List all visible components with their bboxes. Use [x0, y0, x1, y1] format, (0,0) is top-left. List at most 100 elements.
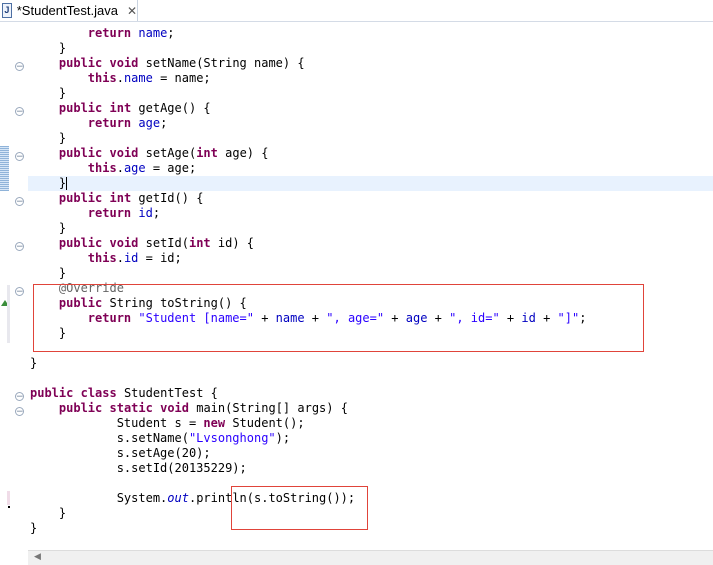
fold-collapse-icon[interactable]: − [15, 152, 24, 162]
code-token: ; [167, 26, 175, 40]
code-token: return [87, 26, 132, 40]
code-token: int [109, 101, 132, 115]
change-marker [0, 146, 9, 191]
code-line: Student s = new Student(); [30, 416, 305, 431]
code-token: } [30, 521, 38, 535]
code-line: } [30, 131, 66, 146]
code-line: public void setAge(int age) { [30, 146, 269, 161]
code-line: } [30, 521, 37, 536]
code-token: "Lvsonghong" [188, 431, 276, 445]
code-token: setAge( [138, 146, 197, 160]
println-highlight-box [231, 486, 368, 530]
code-token: int [188, 236, 211, 250]
code-token: Student s = [116, 416, 204, 430]
code-token: = name; [152, 71, 211, 85]
code-line: public class StudentTest { [30, 386, 218, 401]
code-token: void [109, 56, 139, 70]
code-line: s.setId(20135229); [30, 461, 247, 476]
code-token: getAge() { [131, 101, 211, 115]
code-line: } [30, 176, 68, 191]
scroll-left-icon[interactable]: ◀ [34, 552, 41, 562]
code-token: int [196, 146, 218, 160]
code-token: name [138, 26, 168, 40]
fold-collapse-icon[interactable]: − [15, 392, 24, 402]
code-token: s.setAge(20); [116, 446, 211, 460]
tostring-highlight-box [33, 284, 644, 352]
code-token: } [58, 86, 67, 100]
horizontal-scrollbar[interactable]: ◀ [28, 550, 713, 565]
code-line: this.age = age; [30, 161, 196, 176]
code-token: return [87, 206, 132, 220]
fold-collapse-icon[interactable]: − [15, 197, 24, 207]
code-line: public void setName(String name) { [30, 56, 305, 71]
code-token: this [87, 161, 117, 175]
code-token: ; [152, 206, 161, 220]
code-token: new [203, 416, 226, 430]
code-token: s.setName( [116, 431, 189, 445]
code-token: public [58, 191, 103, 205]
code-line: public int getId() { [30, 191, 204, 206]
code-token: } [58, 176, 67, 190]
code-token: return [87, 116, 132, 130]
editor-tab-bar: J *StudentTest.java ✕ [0, 0, 713, 22]
code-token: . [116, 251, 124, 265]
code-line: public int getAge() { [30, 101, 211, 116]
code-token: ); [275, 431, 291, 445]
code-token: setId( [138, 236, 189, 250]
code-token: this [87, 251, 117, 265]
code-token: getId() { [131, 191, 204, 205]
text-cursor [66, 177, 68, 190]
code-token: id [138, 206, 153, 220]
code-token: class [80, 386, 117, 400]
code-line: this.id = id; [30, 251, 182, 266]
code-line: s.setAge(20); [30, 446, 211, 461]
fold-collapse-icon[interactable]: − [15, 107, 24, 117]
code-token: setName(String name) { [138, 56, 305, 70]
tab-studenttest-java[interactable]: J *StudentTest.java ✕ [0, 0, 138, 21]
code-token: = id; [138, 251, 182, 265]
code-token: public [30, 386, 74, 400]
code-token: public [58, 101, 103, 115]
code-token: } [58, 221, 67, 235]
code-line: } [30, 86, 66, 101]
java-file-icon: J [2, 3, 12, 18]
code-token: main(String[] args) { [189, 401, 348, 415]
code-line: } [30, 356, 37, 371]
close-icon[interactable]: ✕ [127, 4, 137, 18]
folding-ruler [10, 22, 28, 550]
code-token: ; [160, 116, 168, 130]
code-token: StudentTest { [116, 386, 218, 400]
code-token: } [58, 266, 67, 280]
code-token: s.setId(20135229); [116, 461, 247, 475]
code-token: id) { [210, 236, 255, 250]
code-line: public static void main(String[] args) { [30, 401, 348, 416]
code-token: = age; [145, 161, 197, 175]
code-line: s.setName("Lvsonghong"); [30, 431, 290, 446]
code-line: } [30, 41, 66, 56]
code-token: Student(); [225, 416, 305, 430]
code-token: static [109, 401, 153, 415]
code-line: this.name = name; [30, 71, 211, 86]
code-token: } [58, 506, 67, 520]
code-line: return name; [30, 26, 175, 41]
code-token: age) { [217, 146, 269, 160]
code-token: } [30, 356, 38, 370]
code-token: this [87, 71, 117, 85]
code-token: System. [116, 491, 168, 505]
fold-collapse-icon[interactable]: − [15, 287, 24, 297]
code-token: age [138, 116, 161, 130]
code-line: } [30, 506, 66, 521]
code-token: public [58, 401, 103, 415]
tab-title: *StudentTest.java [16, 3, 118, 18]
code-line: return age; [30, 116, 168, 131]
code-line: return id; [30, 206, 160, 221]
code-token: public [58, 236, 103, 250]
code-token: out [167, 491, 189, 505]
code-line: } [30, 266, 66, 281]
code-line: public void setId(int id) { [30, 236, 254, 251]
fold-collapse-icon[interactable]: − [15, 242, 24, 252]
code-token: name [123, 71, 153, 85]
code-token: public [58, 56, 103, 70]
fold-collapse-icon[interactable]: − [15, 62, 24, 72]
fold-collapse-icon[interactable]: − [15, 407, 24, 417]
